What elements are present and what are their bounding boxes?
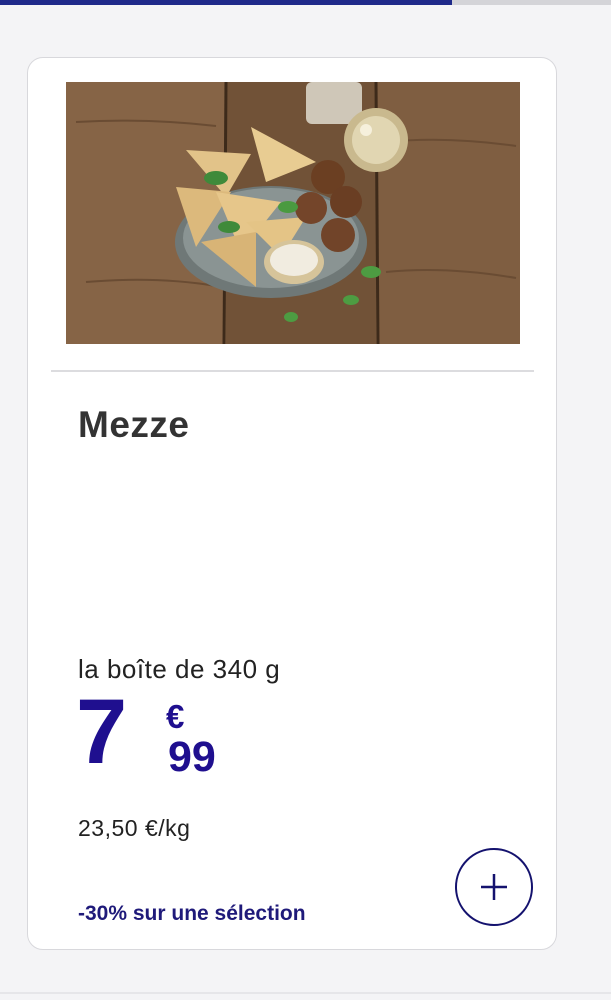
promo-link[interactable]: -30% sur une sélection: [78, 902, 306, 926]
product-image: [66, 82, 520, 344]
price-cents: 99: [168, 733, 216, 781]
price-currency: €: [166, 698, 185, 735]
progress-bar-fill: [0, 0, 453, 5]
add-to-cart-button[interactable]: [455, 848, 533, 926]
product-title: Mezze: [78, 404, 190, 445]
bottom-divider: [0, 992, 611, 994]
progress-bar: [0, 0, 611, 5]
price: 7 € 99: [76, 686, 276, 794]
divider: [51, 370, 534, 372]
price-euros: 7: [76, 681, 128, 783]
product-card[interactable]: Mezze la boîte de 340 g 7 € 99 23,50 €/k…: [27, 57, 557, 950]
unit-price: 23,50 €/kg: [78, 815, 191, 841]
plus-icon: [481, 874, 507, 900]
